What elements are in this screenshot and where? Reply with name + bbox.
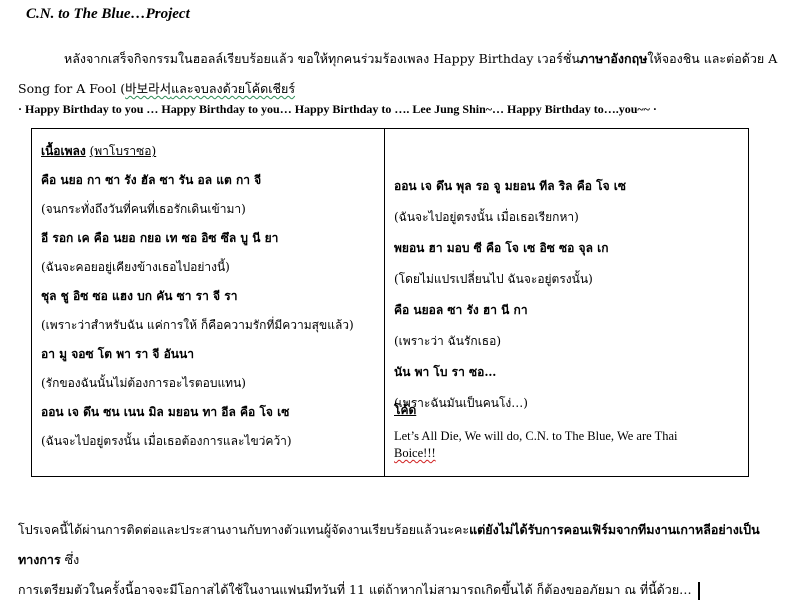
table-divider — [384, 129, 385, 476]
intro-korean: 바보라서 — [125, 81, 172, 96]
lyrics-heading: เนื้อเพลง (พาโบราซอ) — [41, 144, 157, 158]
lyrics-right-line: (เพราะฉันมันเป็นคนโง่…) — [394, 396, 528, 410]
lyrics-left-line: ชุล ชู อิซ ซอ แฮง บก คัน ซา รา จี รา — [41, 289, 238, 303]
lyrics-left-line: ออน เจ ดึน ซน เนน มิล มยอน ทา อีล คือ โจ… — [41, 405, 290, 419]
lyrics-left-column: เนื้อเพลง (พาโบราซอ) คือ นยอ กา ซา รัง ฮ… — [41, 137, 379, 456]
text-cursor — [697, 581, 700, 600]
lyrics-right-column: ออน เจ ดึน พุล รอ จู มยอน ทีล ริล คือ โจ… — [394, 171, 744, 419]
lyrics-right-line: (ฉันจะไปอยู่ตรงนั้น เมื่อเธอเรียกหา) — [394, 210, 579, 224]
lyrics-left-line: (เพราะว่าสำหรับฉัน แค่การให้ ก็คือความรั… — [41, 318, 354, 332]
intro-bold: ภาษาอังกฤษ — [579, 51, 648, 66]
lyrics-left-line: (รักของฉันนั้นไม่ต้องการอะไรตอบแทน) — [41, 376, 246, 390]
outro-text-1: โปรเจคนี้ได้ผ่านการติดต่อและประสานงานกับ… — [18, 522, 470, 537]
cheer-text: Let’s All Die, We will do, C.N. to The B… — [394, 429, 678, 460]
lyrics-left-line: (ฉันจะไปอยู่ตรงนั้น เมื่อเธอต้องการและไข… — [41, 434, 292, 448]
document-title: C.N. to The Blue…Project — [26, 6, 190, 22]
lyrics-right-line: คือ นยอล ซา รัง ฮา นี กา — [394, 303, 528, 317]
outro-text-3: การเตรียมตัวในครั้งนี้อาจจะมีโอกาสได้ใช้… — [18, 582, 692, 597]
cheer-title: โค้ด — [394, 403, 417, 417]
intro-paragraph: หลังจากเสร็จกิจกรรมในฮอลล์เรียบร้อยแล้ว … — [18, 44, 778, 104]
lyrics-left-line: (ฉันจะคอยอยู่เคียงข้างเธอไปอย่างนี้) — [41, 260, 230, 274]
outro-paragraph: โปรเจคนี้ได้ผ่านการติดต่อและประสานงานกับ… — [18, 515, 793, 605]
lyrics-left-line: อา มู จอซ โต พา รา จี อันนา — [41, 347, 194, 361]
lyrics-table: เนื้อเพลง (พาโบราซอ) คือ นยอ กา ซา รัง ฮ… — [31, 128, 749, 477]
birthday-line: · Happy Birthday to you … Happy Birthday… — [18, 102, 657, 116]
outro-text-2: ซึ่ง — [60, 552, 80, 567]
lyrics-right-line: พยอน ฮา มอบ ซี คือ โจ เซ อิซ ซอ จุล เก — [394, 241, 609, 255]
intro-text-2: ให้จองชิน และต่อด้วย A — [647, 51, 778, 66]
lyrics-left-line: (จนกระทั่งถึงวันที่คนที่เธอรักเดินเข้ามา… — [41, 202, 246, 216]
lyrics-right-line: (เพราะว่า ฉันรักเธอ) — [394, 334, 502, 348]
lyrics-right-line: ออน เจ ดึน พุล รอ จู มยอน ทีล ริล คือ โจ… — [394, 179, 627, 193]
intro-text-4: และจบลงด้วยโค้ดเชียร์ — [171, 81, 296, 96]
lyrics-left-line: คือ นยอ กา ซา รัง ฮัล ซา รัน อล แต กา จี — [41, 173, 262, 187]
intro-text-1: หลังจากเสร็จกิจกรรมในฮอลล์เรียบร้อยแล้ว … — [64, 51, 580, 66]
lyrics-left-line: อี รอก เค คือ นยอ กยอ เท ซอ อิซ ซึล บู น… — [41, 231, 279, 245]
lyrics-right-line: นัน พา โบ รา ซอ… — [394, 365, 497, 379]
lyrics-right-line: (โดยไม่แปรเปลี่ยนไป ฉันจะอยู่ตรงนั้น) — [394, 272, 593, 286]
intro-text-3: Song for A Fool ( — [18, 81, 126, 96]
